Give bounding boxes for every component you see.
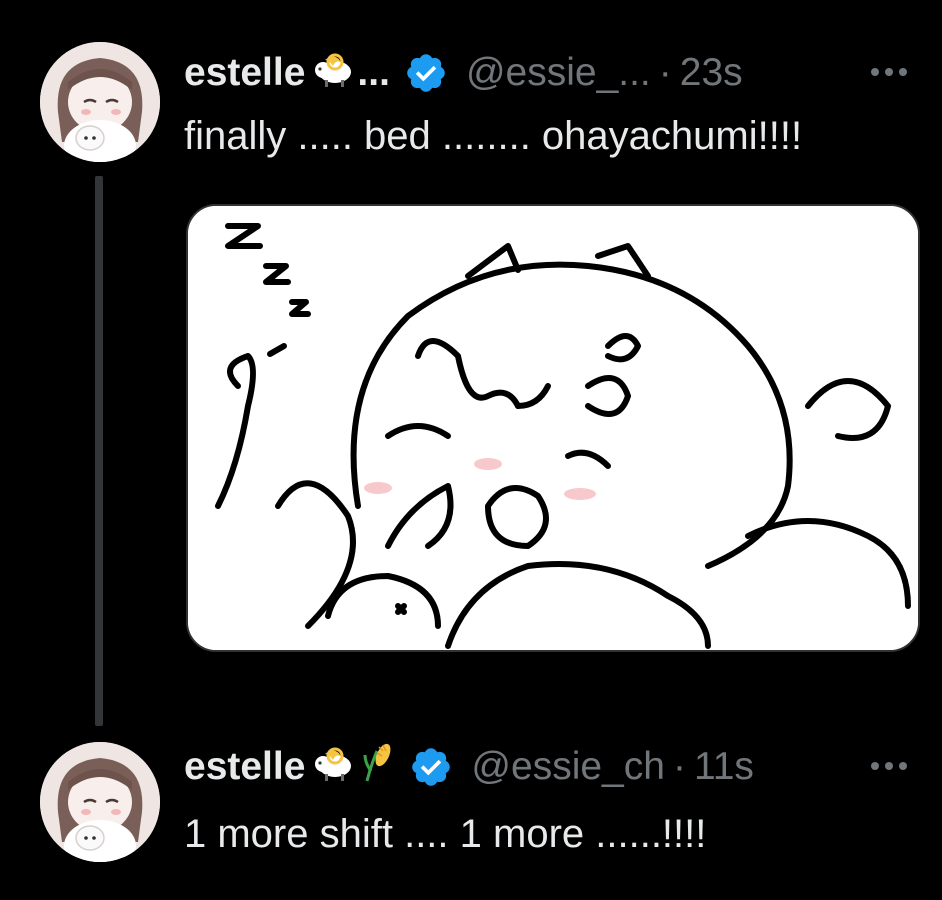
separator-dot: ·: [672, 745, 686, 788]
tweet[interactable]: estelle ... @essie_... · 23s finally ...…: [0, 0, 942, 726]
tweet-header: estelle @essie_ch · 11s: [184, 742, 912, 792]
tweet-text: finally ..... bed ........ ohayachumi!!!…: [184, 114, 803, 158]
ram-emoji-icon: [311, 48, 355, 98]
sleeping-character-illustration: [188, 206, 918, 650]
more-options-icon[interactable]: [866, 746, 912, 786]
ram-emoji-icon: [311, 742, 355, 792]
avatar[interactable]: [40, 742, 160, 862]
timestamp[interactable]: 11s: [694, 745, 754, 789]
display-name[interactable]: estelle: [184, 745, 305, 789]
more-options-icon[interactable]: [866, 52, 912, 92]
tweet-media-image[interactable]: [186, 204, 920, 652]
display-name[interactable]: estelle: [184, 51, 305, 95]
verified-badge-icon[interactable]: [404, 51, 448, 95]
name-truncation: ...: [357, 51, 390, 94]
verified-badge-icon[interactable]: [409, 745, 453, 789]
user-handle[interactable]: @essie_...: [466, 51, 651, 95]
tweet[interactable]: estelle @essie_ch · 11s 1 more shift ...…: [0, 720, 942, 900]
avatar[interactable]: [40, 42, 160, 162]
separator-dot: ·: [658, 51, 672, 94]
tweet-text: 1 more shift .... 1 more ......!!!!: [184, 812, 707, 856]
tweet-header: estelle ... @essie_... · 23s: [184, 48, 912, 98]
corn-emoji-icon: [361, 741, 395, 793]
timestamp[interactable]: 23s: [680, 51, 743, 95]
user-handle[interactable]: @essie_ch: [471, 745, 665, 789]
thread-connector: [95, 176, 103, 726]
